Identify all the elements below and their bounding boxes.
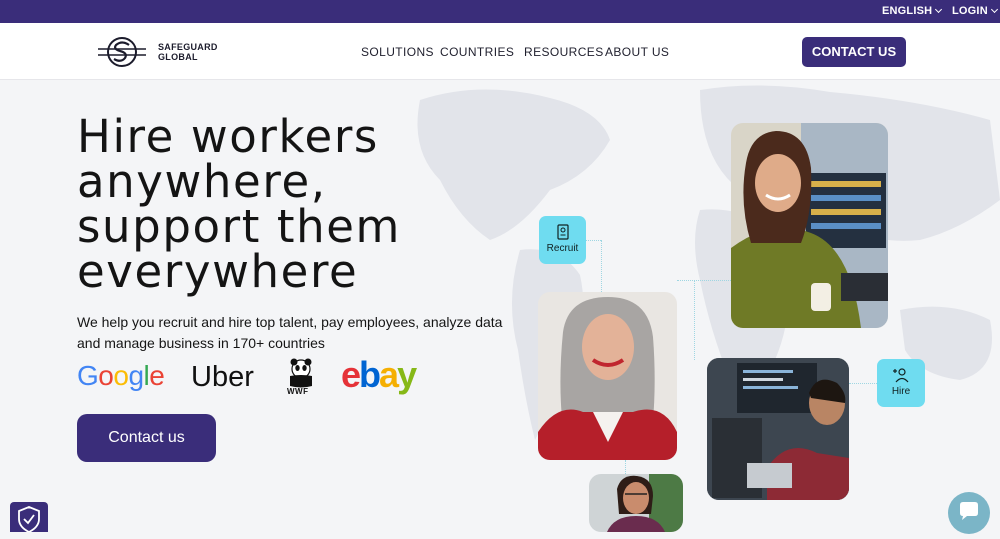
chevron-down-icon bbox=[990, 5, 998, 14]
site-logo[interactable]: SAFEGUARD GLOBAL bbox=[96, 34, 226, 70]
contact-us-hero-button[interactable]: Contact us bbox=[77, 414, 216, 462]
hero-subtext: We help you recruit and hire top talent,… bbox=[77, 314, 503, 351]
google-logo: Google bbox=[77, 360, 165, 391]
recruit-label: Recruit bbox=[546, 243, 579, 254]
hero-headline: Hire workers anywhere, support them ever… bbox=[77, 114, 517, 294]
contact-us-nav-button[interactable]: CONTACT US bbox=[802, 37, 906, 67]
login-menu[interactable]: LOGIN bbox=[952, 5, 998, 17]
top-utility-bar: ENGLISH LOGIN bbox=[0, 0, 1000, 23]
chat-icon bbox=[960, 502, 978, 520]
person-illustration bbox=[731, 123, 888, 328]
person-illustration bbox=[538, 297, 677, 460]
hire-label: Hire bbox=[891, 386, 911, 397]
uber-logo: Uber bbox=[191, 361, 254, 393]
recruit-badge: Recruit bbox=[539, 216, 586, 264]
wwf-logo: WWF bbox=[285, 356, 317, 396]
logo-mark-icon bbox=[98, 37, 146, 67]
connector-line bbox=[694, 280, 695, 360]
logo-text: SAFEGUARD GLOBAL bbox=[158, 42, 218, 62]
photo-woman-glasses bbox=[589, 474, 683, 532]
nav-countries[interactable]: COUNTRIES bbox=[440, 45, 514, 59]
logo-line-1: SAFEGUARD bbox=[158, 42, 218, 52]
main-navbar: SAFEGUARD GLOBAL SOLUTIONS COUNTRIES RES… bbox=[0, 23, 1000, 80]
headline-line-1: Hire workers bbox=[77, 110, 379, 163]
headline-line-3: support them bbox=[77, 200, 401, 253]
photo-man-coding bbox=[707, 358, 849, 500]
ebay-logo: ebay bbox=[341, 354, 417, 395]
nav-about-us[interactable]: ABOUT US bbox=[605, 45, 669, 59]
add-user-icon bbox=[893, 368, 909, 383]
nav-resources[interactable]: RESOURCES bbox=[524, 45, 604, 59]
headline-line-4: everywhere bbox=[77, 245, 359, 298]
privacy-shield-widget[interactable] bbox=[10, 502, 48, 534]
logo-line-2: GLOBAL bbox=[158, 52, 198, 62]
login-label: LOGIN bbox=[952, 5, 988, 17]
shield-check-icon bbox=[18, 506, 40, 534]
chevron-down-icon bbox=[935, 5, 943, 14]
headline-line-2: anywhere, bbox=[77, 155, 327, 208]
photo-woman-grey-hair bbox=[538, 292, 677, 460]
wwf-label: WWF bbox=[287, 387, 309, 396]
person-illustration bbox=[607, 474, 683, 532]
connector-line bbox=[625, 460, 626, 474]
connector-line bbox=[677, 280, 731, 281]
person-illustration bbox=[707, 358, 849, 500]
connector-line bbox=[601, 240, 602, 292]
hire-badge: Hire bbox=[877, 359, 925, 407]
photo-woman-green-sweater bbox=[731, 123, 888, 328]
chat-widget-button[interactable] bbox=[948, 492, 990, 534]
nav-solutions[interactable]: SOLUTIONS bbox=[361, 45, 434, 59]
document-icon bbox=[556, 224, 569, 240]
language-selector[interactable]: ENGLISH bbox=[882, 5, 943, 17]
connector-line bbox=[849, 383, 877, 384]
language-label: ENGLISH bbox=[882, 5, 933, 17]
